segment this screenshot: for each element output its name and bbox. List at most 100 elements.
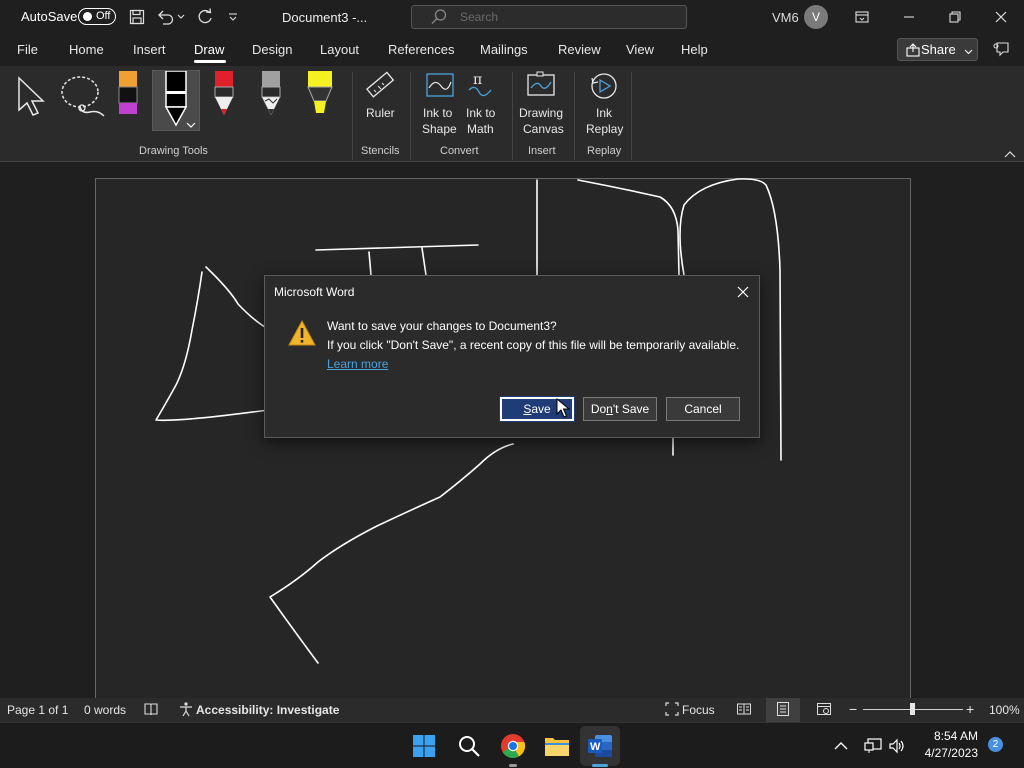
- pen-options-chevron-icon[interactable]: [186, 118, 196, 132]
- autosave-label: AutoSave: [21, 9, 78, 24]
- ink-replay-label-2: Replay: [586, 122, 624, 136]
- title-bar: AutoSave Off Document3 -... Search VM6 V: [0, 0, 1024, 34]
- accessibility-icon[interactable]: [178, 701, 194, 720]
- proofing-icon[interactable]: [143, 701, 159, 720]
- svg-text:π: π: [473, 72, 482, 88]
- status-bar: Page 1 of 1 0 words Accessibility: Inves…: [0, 698, 1024, 722]
- ink-replay-icon[interactable]: [588, 70, 620, 105]
- active-tab-indicator: [194, 60, 226, 63]
- autosave-toggle[interactable]: Off: [78, 8, 116, 25]
- print-layout-icon[interactable]: [775, 701, 791, 720]
- redo-icon[interactable]: [195, 7, 215, 27]
- ink-to-shape-label-2: Shape: [422, 122, 457, 136]
- save-button-label: Save: [523, 402, 551, 416]
- tab-references[interactable]: References: [388, 42, 454, 57]
- lasso-select-icon[interactable]: [58, 74, 106, 121]
- clock-time[interactable]: 8:54 AM: [922, 729, 978, 743]
- pen-red-icon[interactable]: [213, 71, 235, 120]
- pencil-gray-icon[interactable]: [260, 71, 282, 120]
- cancel-button[interactable]: Cancel: [666, 397, 740, 421]
- ribbon-display-options-icon[interactable]: [852, 7, 872, 27]
- share-icon: [906, 43, 920, 60]
- toggle-knob: [83, 12, 92, 21]
- tab-review[interactable]: Review: [558, 42, 601, 57]
- ribbon: Drawing Tools Ruler Stencils Ink to Shap…: [0, 66, 1024, 162]
- zoom-out-icon[interactable]: −: [849, 701, 857, 717]
- word-app-icon[interactable]: W: [585, 731, 615, 761]
- save-changes-dialog: Microsoft Word Want to save your changes…: [264, 275, 760, 438]
- drawing-canvas-label-1: Drawing: [519, 106, 564, 120]
- chrome-icon[interactable]: [498, 731, 528, 761]
- notification-badge[interactable]: 2: [988, 737, 1003, 752]
- close-icon[interactable]: [991, 7, 1011, 27]
- tab-home[interactable]: Home: [69, 42, 104, 57]
- tab-design[interactable]: Design: [252, 42, 292, 57]
- svg-text:W: W: [590, 741, 601, 753]
- chevron-down-icon: [964, 44, 973, 59]
- highlighter-yellow-icon[interactable]: [305, 71, 335, 120]
- ink-to-math-icon[interactable]: π: [465, 70, 497, 105]
- select-tool-icon[interactable]: [16, 76, 48, 119]
- tab-layout[interactable]: Layout: [320, 42, 359, 57]
- customize-qat-icon[interactable]: [223, 7, 243, 27]
- accessibility-status[interactable]: Accessibility: Investigate: [196, 703, 339, 717]
- tab-insert[interactable]: Insert: [133, 42, 166, 57]
- tab-help[interactable]: Help: [681, 42, 708, 57]
- group-label-replay: Replay: [587, 145, 622, 157]
- comments-icon[interactable]: [991, 39, 1011, 59]
- dont-save-button[interactable]: Don't Save: [583, 397, 657, 421]
- tab-mailings[interactable]: Mailings: [480, 42, 528, 57]
- mouse-cursor-icon: [556, 398, 570, 418]
- ink-to-shape-label-1: Ink to: [423, 106, 453, 120]
- page-count[interactable]: Page 1 of 1: [7, 703, 68, 717]
- restore-icon[interactable]: [945, 7, 965, 27]
- ink-to-shape-icon[interactable]: [423, 70, 455, 105]
- tab-view[interactable]: View: [626, 42, 654, 57]
- show-hidden-icons-chevron-icon[interactable]: [826, 731, 856, 761]
- highlighter-orange-icon[interactable]: [117, 71, 139, 120]
- collapse-ribbon-icon[interactable]: [1004, 148, 1016, 162]
- undo-icon[interactable]: [156, 7, 176, 27]
- ribbon-separator: [631, 72, 632, 160]
- undo-dropdown-icon[interactable]: [176, 7, 186, 27]
- share-button[interactable]: Share: [897, 38, 978, 61]
- user-name[interactable]: VM6: [772, 10, 799, 25]
- zoom-level[interactable]: 100%: [989, 703, 1020, 717]
- share-label: Share: [921, 42, 956, 57]
- minimize-icon[interactable]: [899, 7, 919, 27]
- word-running-indicator: [592, 764, 608, 767]
- taskbar-search-icon[interactable]: [454, 731, 484, 761]
- chrome-running-indicator: [509, 764, 517, 767]
- drawing-canvas-label-2: Canvas: [523, 122, 564, 136]
- search-box[interactable]: Search: [411, 5, 687, 29]
- tab-draw[interactable]: Draw: [194, 42, 224, 57]
- drawing-canvas-icon[interactable]: [525, 70, 557, 105]
- focus-label[interactable]: Focus: [682, 703, 715, 717]
- clock-date[interactable]: 4/27/2023: [918, 746, 978, 760]
- focus-icon[interactable]: [664, 701, 680, 720]
- zoom-slider-thumb[interactable]: [910, 703, 915, 715]
- tab-file[interactable]: File: [17, 42, 38, 57]
- dialog-title: Microsoft Word: [274, 285, 355, 299]
- ribbon-tabs: File Home Insert Draw Design Layout Refe…: [0, 34, 1024, 66]
- dialog-message-question: Want to save your changes to Document3?: [327, 319, 557, 333]
- ribbon-separator: [574, 72, 575, 160]
- group-label-drawing-tools: Drawing Tools: [139, 145, 208, 157]
- read-mode-icon[interactable]: [736, 701, 752, 720]
- avatar[interactable]: V: [804, 5, 828, 29]
- dont-save-button-label: Don't Save: [590, 402, 650, 416]
- file-explorer-icon[interactable]: [542, 731, 572, 761]
- ruler-icon[interactable]: [364, 70, 396, 105]
- dialog-close-icon[interactable]: [733, 282, 753, 302]
- document-title: Document3 -...: [282, 10, 368, 25]
- ruler-label: Ruler: [366, 106, 395, 120]
- learn-more-link[interactable]: Learn more: [327, 357, 388, 371]
- ink-to-math-label-1: Ink to: [466, 106, 496, 120]
- zoom-in-icon[interactable]: +: [966, 701, 974, 717]
- web-layout-icon[interactable]: [816, 701, 832, 720]
- windows-start-icon[interactable]: [409, 731, 439, 761]
- save-icon[interactable]: [127, 7, 147, 27]
- ribbon-separator: [352, 72, 353, 160]
- volume-icon[interactable]: [882, 731, 912, 761]
- word-count[interactable]: 0 words: [84, 703, 126, 717]
